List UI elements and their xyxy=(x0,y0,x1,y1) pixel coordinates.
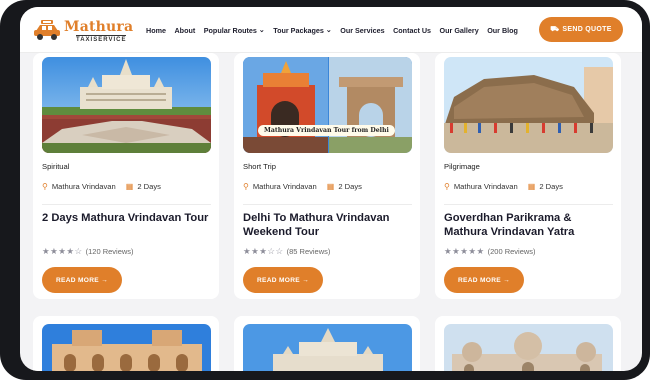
nav-our-services[interactable]: Our Services xyxy=(340,26,384,35)
review-count: (200 Reviews) xyxy=(487,247,536,256)
nav-our-gallery[interactable]: Our Gallery xyxy=(440,26,479,35)
device-frame: Mathura TAXISERVICE Home About Popular R… xyxy=(0,0,650,380)
tour-location: Mathura Vrindavan xyxy=(453,182,518,191)
tour-image[interactable] xyxy=(42,324,211,371)
tour-image-delhi[interactable]: Mathura Vrindavan Tour from Delhi xyxy=(243,57,412,153)
chevron-down-icon: ⌄ xyxy=(325,27,332,34)
tour-card: Spiritual ⚲ Mathura Vrindavan ▦ 2 Days 2… xyxy=(33,53,219,299)
brand-tagline: TAXISERVICE xyxy=(76,35,127,43)
tour-meta: ⚲ Mathura Vrindavan ▦ 2 Days xyxy=(243,182,362,191)
browser-viewport: Mathura TAXISERVICE Home About Popular R… xyxy=(20,7,642,371)
tour-card xyxy=(435,316,621,371)
card-divider xyxy=(42,204,211,205)
tour-duration: 2 Days xyxy=(137,182,161,191)
tour-location: Mathura Vrindavan xyxy=(252,182,317,191)
review-count: (85 Reviews) xyxy=(286,247,331,256)
calendar-icon: ▦ xyxy=(326,182,335,191)
calendar-icon: ▦ xyxy=(125,182,134,191)
send-quote-button[interactable]: ⛟ SEND QUOTE xyxy=(539,17,623,42)
map-pin-icon: ⚲ xyxy=(243,182,249,191)
tour-image-govardhan[interactable] xyxy=(444,57,613,153)
card-divider xyxy=(243,204,412,205)
review-count: (120 Reviews) xyxy=(85,247,134,256)
tour-title[interactable]: 2 Days Mathura Vrindavan Tour xyxy=(42,212,214,226)
image-caption: Mathura Vrindavan Tour from Delhi xyxy=(258,125,395,136)
tour-image[interactable] xyxy=(444,324,613,371)
main-nav: Home About Popular Routes ⌄ Tour Packages… xyxy=(146,7,526,53)
taxi-logo-icon xyxy=(34,20,60,40)
nav-contact-us[interactable]: Contact Us xyxy=(393,26,431,35)
site-logo[interactable]: Mathura TAXISERVICE xyxy=(32,15,142,45)
tour-rating: ★★★★★ (200 Reviews) xyxy=(444,246,536,257)
tour-rating: ★★★★☆ (120 Reviews) xyxy=(42,246,134,257)
car-icon: ⛟ xyxy=(550,26,560,33)
nav-popular-routes[interactable]: Popular Routes ⌄ xyxy=(204,26,265,35)
tour-image[interactable] xyxy=(243,324,412,371)
card-divider xyxy=(444,204,613,205)
tour-title[interactable]: Delhi To Mathura Vrindavan Weekend Tour xyxy=(243,212,415,239)
tour-rating: ★★★☆☆ (85 Reviews) xyxy=(243,246,330,257)
tour-card: Mathura Vrindavan Tour from Delhi Short … xyxy=(234,53,420,299)
star-rating-icon: ★★★★★ xyxy=(444,246,485,256)
tour-duration: 2 Days xyxy=(338,182,362,191)
tour-category: Short Trip xyxy=(243,162,276,171)
tour-location: Mathura Vrindavan xyxy=(51,182,116,191)
chevron-down-icon: ⌄ xyxy=(258,27,265,34)
star-rating-icon: ★★★☆☆ xyxy=(243,246,284,256)
star-rating-icon: ★★★★☆ xyxy=(42,246,83,256)
tour-card: Pilgrimage ⚲ Mathura Vrindavan ▦ 2 Days … xyxy=(435,53,621,299)
nav-tour-packages[interactable]: Tour Packages ⌄ xyxy=(273,26,331,35)
calendar-icon: ▦ xyxy=(527,182,536,191)
brand-name: Mathura xyxy=(64,19,134,35)
map-pin-icon: ⚲ xyxy=(444,182,450,191)
tour-meta: ⚲ Mathura Vrindavan ▦ 2 Days xyxy=(42,182,161,191)
read-more-button[interactable]: READ MORE → xyxy=(42,267,122,293)
tour-card xyxy=(234,316,420,371)
tour-card xyxy=(33,316,219,371)
nav-home[interactable]: Home xyxy=(146,26,166,35)
read-more-button[interactable]: READ MORE → xyxy=(444,267,524,293)
tour-image-temple[interactable] xyxy=(42,57,211,153)
read-more-button[interactable]: READ MORE → xyxy=(243,267,323,293)
tour-duration: 2 Days xyxy=(539,182,563,191)
tour-category: Spiritual xyxy=(42,162,70,171)
tour-meta: ⚲ Mathura Vrindavan ▦ 2 Days xyxy=(444,182,563,191)
nav-about[interactable]: About xyxy=(174,26,195,35)
nav-our-blog[interactable]: Our Blog xyxy=(487,26,518,35)
site-header: Mathura TAXISERVICE Home About Popular R… xyxy=(20,7,642,53)
tour-category: Pilgrimage xyxy=(444,162,480,171)
tour-title[interactable]: Goverdhan Parikrama & Mathura Vrindavan … xyxy=(444,212,616,239)
map-pin-icon: ⚲ xyxy=(42,182,48,191)
